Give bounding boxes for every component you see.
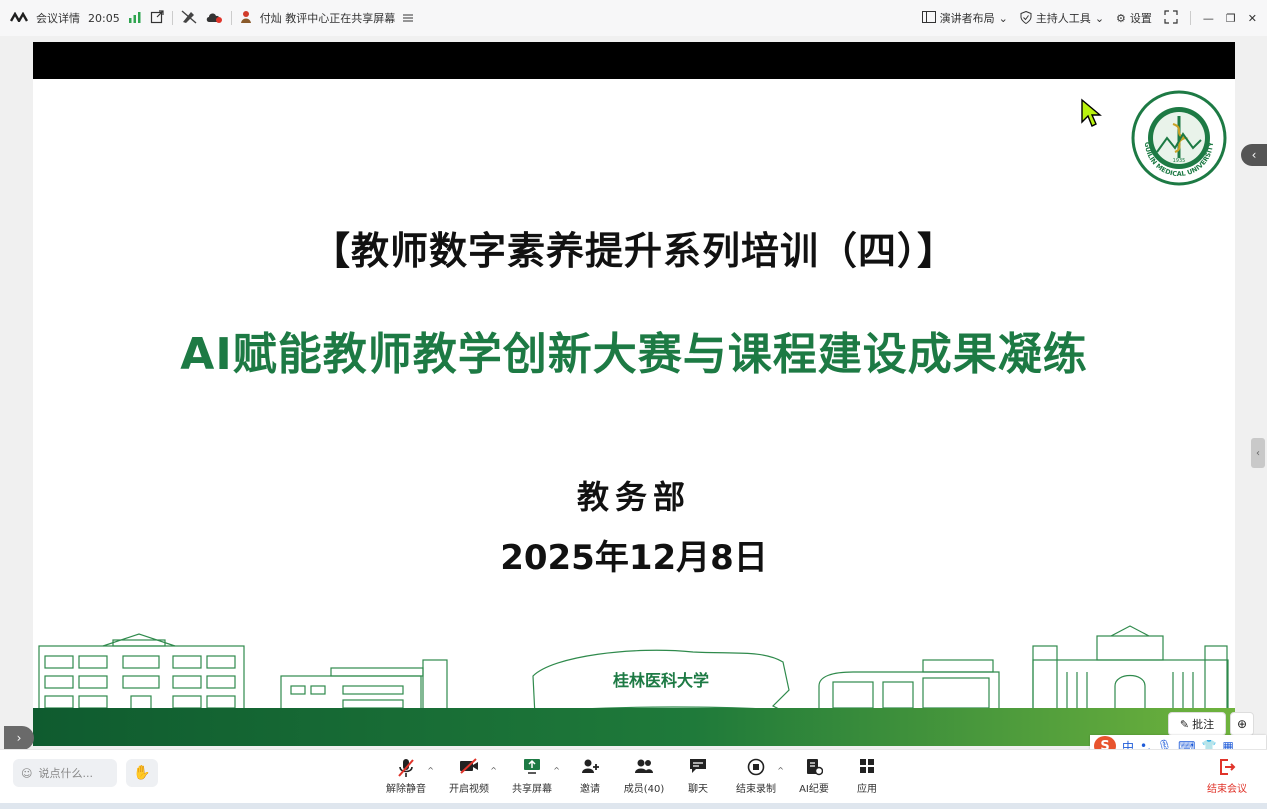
unmute-label: 解除静音 [386, 784, 426, 795]
chevron-left-icon: ‹ [1251, 148, 1257, 162]
chat-placeholder: 说点什么... [38, 767, 93, 780]
screen-sharing-status: 付灿 教评中心正在共享屏幕 [259, 12, 396, 25]
hand-icon: ✋ [133, 765, 151, 781]
members-label: 成员(40) [623, 784, 665, 795]
chevron-down-icon: ⌄ [998, 11, 1008, 25]
slide-title: 【教师数字素养提升系列培训（四）】 [311, 229, 956, 273]
divider [171, 11, 173, 25]
start-video-button[interactable]: 开启视频 ^ [439, 758, 499, 795]
slide-date: 2025年12月8日 [500, 538, 768, 578]
mouse-pointer-icon [1080, 98, 1102, 128]
emoji-icon[interactable]: ☺ [21, 767, 32, 780]
restore-icon[interactable]: ❐ [1226, 13, 1236, 24]
taskbar-edge [0, 803, 1267, 809]
university-seal-logo: 1935 GUILIN MEDICAL UNIVERSITY [1131, 90, 1227, 186]
ai-notes-button[interactable]: AI纪要 [784, 758, 844, 795]
raise-hand-button[interactable]: ✋ [126, 759, 158, 787]
chat-label: 聊天 [688, 784, 708, 795]
zoom-in-button[interactable]: ⊕ [1230, 712, 1254, 736]
seal-year: 1935 [1173, 158, 1186, 164]
edit-disabled-icon[interactable] [181, 10, 197, 26]
annotate-button[interactable]: ✎ 批注 [1168, 712, 1226, 736]
meeting-details-button[interactable]: 会议详情 [36, 10, 80, 26]
slide-top-black-bar [33, 42, 1235, 79]
settings-button[interactable]: ⚙ 设置 [1116, 10, 1152, 26]
close-icon[interactable]: ✕ [1248, 13, 1257, 24]
apps-icon [837, 758, 897, 780]
side-handle-tab[interactable]: ‹ [1251, 438, 1265, 468]
menu-lines-icon[interactable] [403, 13, 414, 24]
external-link-icon[interactable] [150, 10, 164, 26]
shared-screen-area: 1935 GUILIN MEDICAL UNIVERSITY 【教师数字素养提升… [0, 36, 1267, 757]
invite-label: 邀请 [580, 784, 600, 795]
share-screen-label: 共享屏幕 [512, 784, 552, 795]
signal-strength-icon[interactable] [128, 11, 142, 25]
tencent-meeting-logo-icon [9, 11, 29, 24]
gear-icon: ⚙ [1116, 11, 1126, 25]
caret-up-icon[interactable]: ^ [490, 766, 497, 775]
annotate-label: 批注 [1192, 718, 1215, 731]
end-meeting-button[interactable]: 结束会议 [1202, 758, 1252, 795]
presenter-layout-button[interactable]: 演讲者布局 ⌄ [921, 10, 1008, 26]
title-bar: 会议详情 20:05 付灿 教评中心正在共享屏幕 演讲者布局 ⌄ 主持人工具 ⌄… [0, 0, 1267, 36]
slide-department: 教务部 [576, 478, 691, 516]
presenter-layout-label: 演讲者布局 [939, 12, 995, 25]
sharer-avatar-icon [240, 10, 252, 26]
chevron-left-icon: ‹ [1256, 447, 1260, 459]
minimize-icon[interactable]: — [1203, 13, 1214, 24]
campus-sign-text: 桂林医科大学 [612, 671, 709, 690]
fullscreen-icon[interactable] [1164, 10, 1178, 26]
zoom-in-icon: ⊕ [1236, 717, 1248, 731]
end-meeting-label: 结束会议 [1207, 784, 1247, 795]
host-tools-button[interactable]: 主持人工具 ⌄ [1020, 10, 1104, 26]
unmute-button[interactable]: 解除静音 ^ [376, 758, 436, 795]
chat-button[interactable]: 聊天 [668, 758, 728, 795]
ai-notes-label: AI纪要 [799, 784, 829, 795]
host-tools-label: 主持人工具 [1035, 12, 1091, 25]
chevron-down-icon: ⌄ [1094, 11, 1105, 25]
collapse-right-panel-tab[interactable]: ‹ [1241, 144, 1267, 166]
quick-chat-input[interactable]: ☺ 说点什么... [13, 759, 117, 787]
divider [1189, 11, 1191, 25]
stop-recording-button[interactable]: 结束录制 ^ [726, 758, 786, 795]
caret-up-icon[interactable]: ^ [777, 766, 784, 775]
members-icon [614, 758, 674, 780]
share-screen-button[interactable]: 共享屏幕 ^ [502, 758, 562, 795]
chat-icon [668, 758, 728, 780]
layout-icon [921, 11, 936, 25]
members-button[interactable]: 成员(40) [614, 758, 674, 795]
campus-skyline-illustration: 桂林医科大学 [38, 625, 1229, 716]
divider [230, 11, 232, 25]
invite-icon [560, 758, 620, 780]
invite-button[interactable]: 邀请 [560, 758, 620, 795]
presentation-slide: 1935 GUILIN MEDICAL UNIVERSITY 【教师数字素养提升… [33, 42, 1235, 746]
slide-ground-band [33, 708, 1235, 746]
pen-icon: ✎ [1179, 717, 1190, 731]
chevron-right-icon: › [16, 731, 22, 745]
apps-label: 应用 [857, 784, 877, 795]
exit-icon [1202, 758, 1252, 780]
shield-icon [1020, 10, 1032, 26]
start-video-label: 开启视频 [449, 784, 489, 795]
meeting-toolbar: ☺ 说点什么... ✋ 解除静音 ^ 开启视频 ^ 共享屏幕 ^ 邀请 成员(4… [0, 749, 1267, 804]
caret-up-icon[interactable]: ^ [427, 766, 434, 775]
slide-subtitle: AI赋能教师教学创新大赛与课程建设成果凝练 [180, 329, 1088, 380]
apps-button[interactable]: 应用 [837, 758, 897, 795]
meeting-time: 20:05 [88, 11, 120, 25]
expand-left-panel-tab[interactable]: › [4, 726, 34, 750]
settings-label: 设置 [1129, 12, 1152, 25]
stop-recording-label: 结束录制 [736, 784, 776, 795]
ai-notes-icon [784, 758, 844, 780]
cloud-record-icon[interactable] [205, 11, 223, 25]
caret-up-icon[interactable]: ^ [553, 766, 560, 775]
